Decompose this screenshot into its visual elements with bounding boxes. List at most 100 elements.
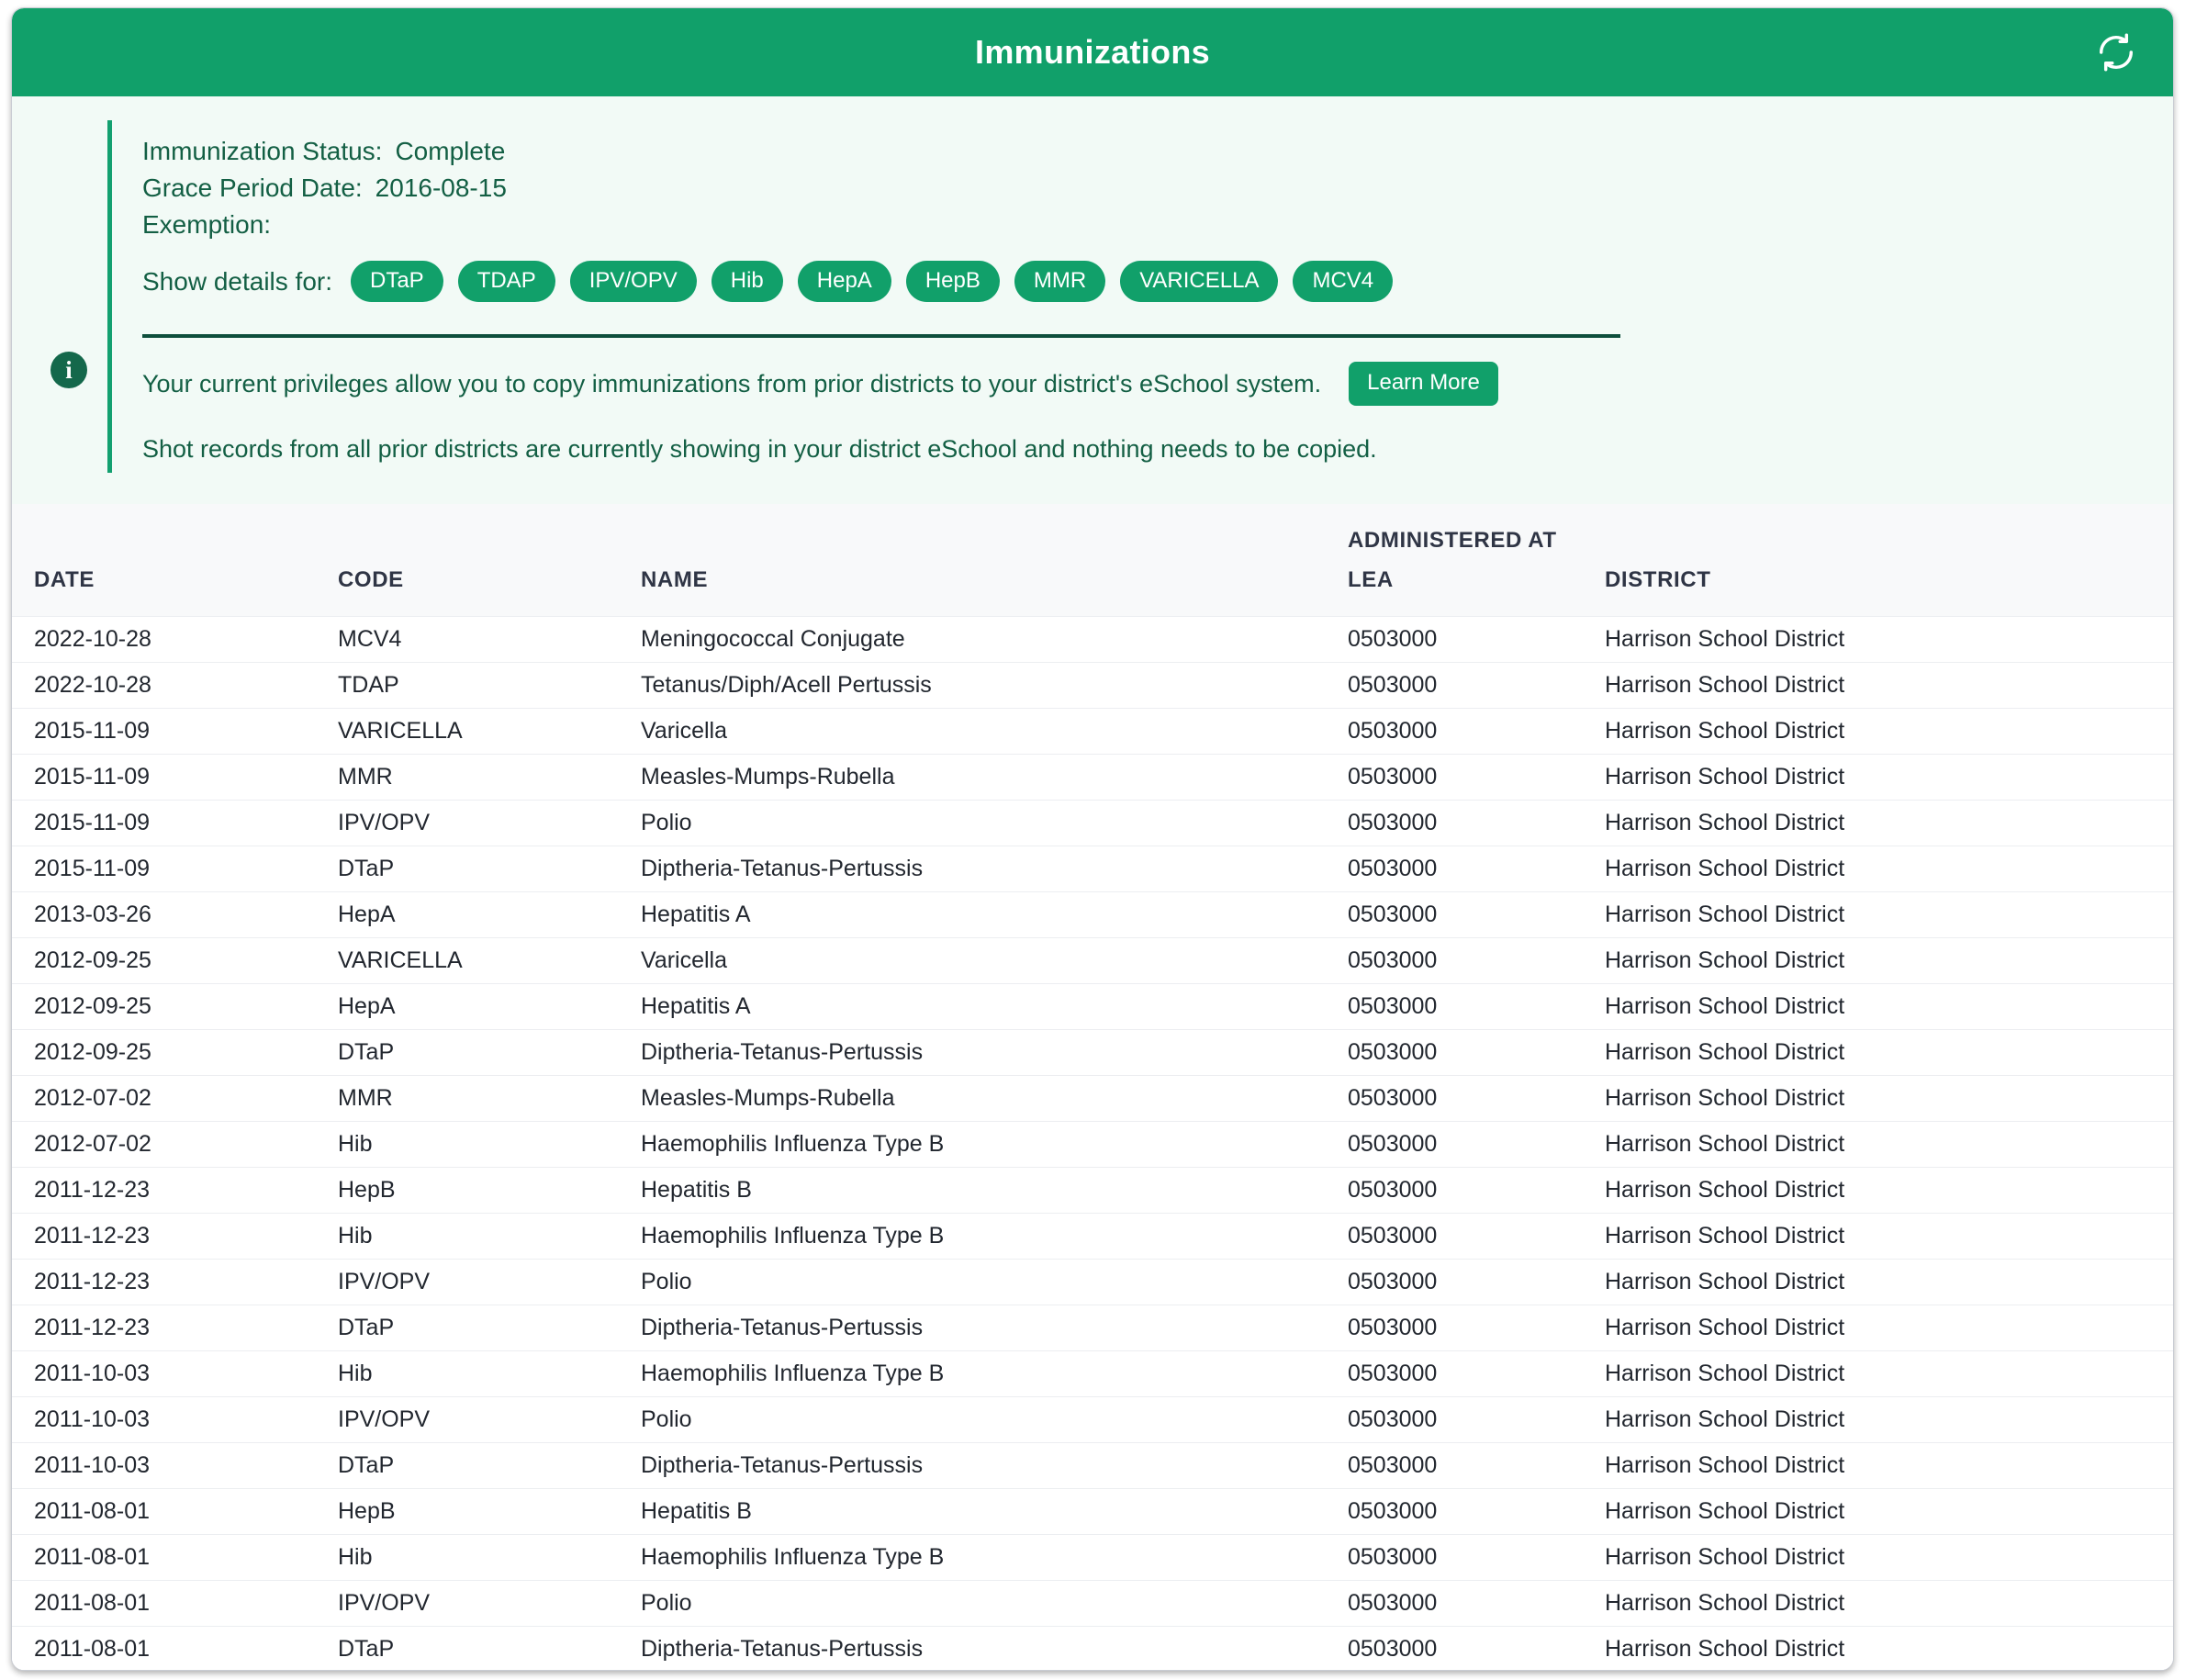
table-row[interactable]: 2015-11-09 IPV/OPV Polio 0503000 Harrison Sc… bbox=[12, 799, 2173, 846]
table-row[interactable]: 2011-12-23 IPV/OPV Polio 0503000 Harrison Sc… bbox=[12, 1258, 2173, 1305]
cell-name: Polio bbox=[641, 1395, 1348, 1443]
immunization-status-value: Complete bbox=[395, 137, 506, 165]
status-summary: Immunization Status: Complete Grace Perio… bbox=[142, 133, 2173, 242]
vaccine-pill-hepb[interactable]: HepB bbox=[905, 261, 1000, 303]
cell-code: HepB bbox=[338, 1166, 641, 1214]
cell-name: Varicella bbox=[641, 707, 1348, 755]
table-row[interactable]: 2011-10-03 Hib Haemophilis Influenza Type … bbox=[12, 1350, 2173, 1397]
exemption-line: Exemption: bbox=[142, 207, 2173, 243]
cell-district: Harrison School District bbox=[1605, 799, 2173, 846]
cell-date: 2011-08-01 bbox=[12, 1579, 338, 1627]
table-row[interactable]: 2012-09-25 DTaP Diptheria-Tetanus-Pertussi… bbox=[12, 1028, 2173, 1076]
info-banner-body: Immunization Status: Complete Grace Perio… bbox=[107, 120, 2173, 474]
cell-district: Harrison School District bbox=[1605, 1533, 2173, 1581]
show-details-label: Show details for: bbox=[142, 266, 332, 296]
table-row[interactable]: 2015-11-09 DTaP Diptheria-Tetanus-Pertussi… bbox=[12, 845, 2173, 892]
immunizations-table-wrap: ADMINISTERED AT DATE CODE NAME LEA DISTR… bbox=[12, 504, 2173, 1670]
table-row[interactable]: 2012-07-02 MMR Measles-Mumps-Rubella 050300… bbox=[12, 1074, 2173, 1122]
table-row[interactable]: 2011-12-23 HepB Hepatitis B 0503000 Harrison… bbox=[12, 1166, 2173, 1214]
table-row[interactable]: 2011-08-01 HepB Hepatitis B 0503000 Harrison… bbox=[12, 1487, 2173, 1535]
table-row[interactable]: 2011-12-23 DTaP Diptheria-Tetanus-Pertussi… bbox=[12, 1304, 2173, 1351]
shot-records-text: Shot records from all prior districts ar… bbox=[142, 435, 1377, 464]
cell-code: IPV/OPV bbox=[338, 1579, 641, 1627]
table-row[interactable]: 2011-12-23 Hib Haemophilis Influenza Type … bbox=[12, 1212, 2173, 1260]
table-row[interactable]: 2011-08-01 IPV/OPV Polio 0503000 Harrison Sc… bbox=[12, 1579, 2173, 1627]
cell-date: 2015-11-09 bbox=[12, 753, 338, 801]
grace-period-line: Grace Period Date: 2016-08-15 bbox=[142, 170, 2173, 207]
table-row[interactable]: 2022-10-28 TDAP Tetanus/Diph/Acell Pertuss… bbox=[12, 661, 2173, 709]
vaccine-pill-hib[interactable]: Hib bbox=[711, 261, 783, 303]
column-header-name[interactable]: NAME bbox=[641, 557, 1348, 617]
vaccine-pill-group: DTaP TDAP IPV/OPV Hib HepA HepB MMR VARICELLA MC… bbox=[351, 261, 1394, 303]
cell-lea: 0503000 bbox=[1348, 1487, 1605, 1535]
group-header-spacer-name bbox=[641, 504, 1348, 558]
cell-date: 2012-07-02 bbox=[12, 1120, 338, 1168]
cell-district: Harrison School District bbox=[1605, 661, 2173, 709]
cell-name: Haemophilis Influenza Type B bbox=[641, 1350, 1348, 1397]
table-row[interactable]: 2013-03-26 HepA Hepatitis A 0503000 Harrison… bbox=[12, 890, 2173, 938]
cell-name: Diptheria-Tetanus-Pertussis bbox=[641, 1441, 1348, 1489]
table-row[interactable]: 2012-09-25 VARICELLA Varicella 0503000 Harri… bbox=[12, 936, 2173, 984]
cell-name: Varicella bbox=[641, 936, 1348, 984]
cell-district: Harrison School District bbox=[1605, 936, 2173, 984]
column-header-lea[interactable]: LEA bbox=[1348, 557, 1605, 617]
vaccine-pill-ipv-opv[interactable]: IPV/OPV bbox=[569, 261, 697, 303]
column-header-date[interactable]: DATE bbox=[12, 557, 338, 617]
vaccine-pill-dtap[interactable]: DTaP bbox=[351, 261, 443, 303]
cell-code: DTaP bbox=[338, 1625, 641, 1670]
table-row[interactable]: 2022-10-28 MCV4 Meningococcal Conjugate 050… bbox=[12, 615, 2173, 663]
immunizations-table: ADMINISTERED AT DATE CODE NAME LEA DISTR… bbox=[12, 504, 2173, 1670]
cell-date: 2011-12-23 bbox=[12, 1304, 338, 1351]
cell-date: 2015-11-09 bbox=[12, 799, 338, 846]
info-icon: i bbox=[50, 352, 87, 388]
group-header-administered-at: ADMINISTERED AT bbox=[1348, 504, 2173, 558]
table-row[interactable]: 2012-09-25 HepA Hepatitis A 0503000 Harrison… bbox=[12, 982, 2173, 1030]
cell-code: Hib bbox=[338, 1120, 641, 1168]
cell-code: MCV4 bbox=[338, 615, 641, 663]
table-row[interactable]: 2011-08-01 Hib Haemophilis Influenza Type … bbox=[12, 1533, 2173, 1581]
cell-lea: 0503000 bbox=[1348, 1533, 1605, 1581]
cell-date: 2011-08-01 bbox=[12, 1487, 338, 1535]
column-header-code[interactable]: CODE bbox=[338, 557, 641, 617]
cell-code: IPV/OPV bbox=[338, 1395, 641, 1443]
cell-date: 2022-10-28 bbox=[12, 661, 338, 709]
cell-lea: 0503000 bbox=[1348, 1579, 1605, 1627]
table-row[interactable]: 2011-10-03 IPV/OPV Polio 0503000 Harrison Sc… bbox=[12, 1395, 2173, 1443]
cell-code: DTaP bbox=[338, 1441, 641, 1489]
cell-district: Harrison School District bbox=[1605, 1212, 2173, 1260]
cell-date: 2011-10-03 bbox=[12, 1441, 338, 1489]
cell-district: Harrison School District bbox=[1605, 1166, 2173, 1214]
refresh-icon[interactable] bbox=[2092, 28, 2140, 76]
cell-name: Tetanus/Diph/Acell Pertussis bbox=[641, 661, 1348, 709]
window-titlebar: Immunizations bbox=[12, 8, 2173, 96]
cell-lea: 0503000 bbox=[1348, 753, 1605, 801]
vaccine-pill-mcv4[interactable]: MCV4 bbox=[1293, 261, 1394, 303]
cell-district: Harrison School District bbox=[1605, 1120, 2173, 1168]
cell-date: 2015-11-09 bbox=[12, 845, 338, 892]
vaccine-pill-hepa[interactable]: HepA bbox=[797, 261, 891, 303]
cell-date: 2011-12-23 bbox=[12, 1258, 338, 1305]
cell-district: Harrison School District bbox=[1605, 890, 2173, 938]
table-row[interactable]: 2012-07-02 Hib Haemophilis Influenza Type … bbox=[12, 1120, 2173, 1168]
cell-name: Diptheria-Tetanus-Pertussis bbox=[641, 845, 1348, 892]
page-title: Immunizations bbox=[975, 33, 1210, 71]
cell-lea: 0503000 bbox=[1348, 1350, 1605, 1397]
learn-more-button[interactable]: Learn More bbox=[1349, 362, 1498, 407]
show-details-row: Show details for: DTaP TDAP IPV/OPV Hib HepA… bbox=[142, 261, 2173, 303]
cell-district: Harrison School District bbox=[1605, 1304, 2173, 1351]
vaccine-pill-tdap[interactable]: TDAP bbox=[457, 261, 555, 303]
table-row[interactable]: 2015-11-09 MMR Measles-Mumps-Rubella 050300… bbox=[12, 753, 2173, 801]
cell-name: Polio bbox=[641, 1579, 1348, 1627]
cell-name: Hepatitis B bbox=[641, 1487, 1348, 1535]
table-row[interactable]: 2011-08-01 DTaP Diptheria-Tetanus-Pertussi… bbox=[12, 1625, 2173, 1670]
vaccine-pill-varicella[interactable]: VARICELLA bbox=[1120, 261, 1279, 303]
table-row[interactable]: 2015-11-09 VARICELLA Varicella 0503000 Harri… bbox=[12, 707, 2173, 755]
cell-district: Harrison School District bbox=[1605, 615, 2173, 663]
cell-lea: 0503000 bbox=[1348, 1625, 1605, 1670]
table-row[interactable]: 2011-10-03 DTaP Diptheria-Tetanus-Pertussi… bbox=[12, 1441, 2173, 1489]
cell-date: 2011-12-23 bbox=[12, 1212, 338, 1260]
vaccine-pill-mmr[interactable]: MMR bbox=[1014, 261, 1106, 303]
cell-name: Diptheria-Tetanus-Pertussis bbox=[641, 1304, 1348, 1351]
column-header-district[interactable]: DISTRICT bbox=[1605, 557, 2173, 617]
cell-district: Harrison School District bbox=[1605, 753, 2173, 801]
